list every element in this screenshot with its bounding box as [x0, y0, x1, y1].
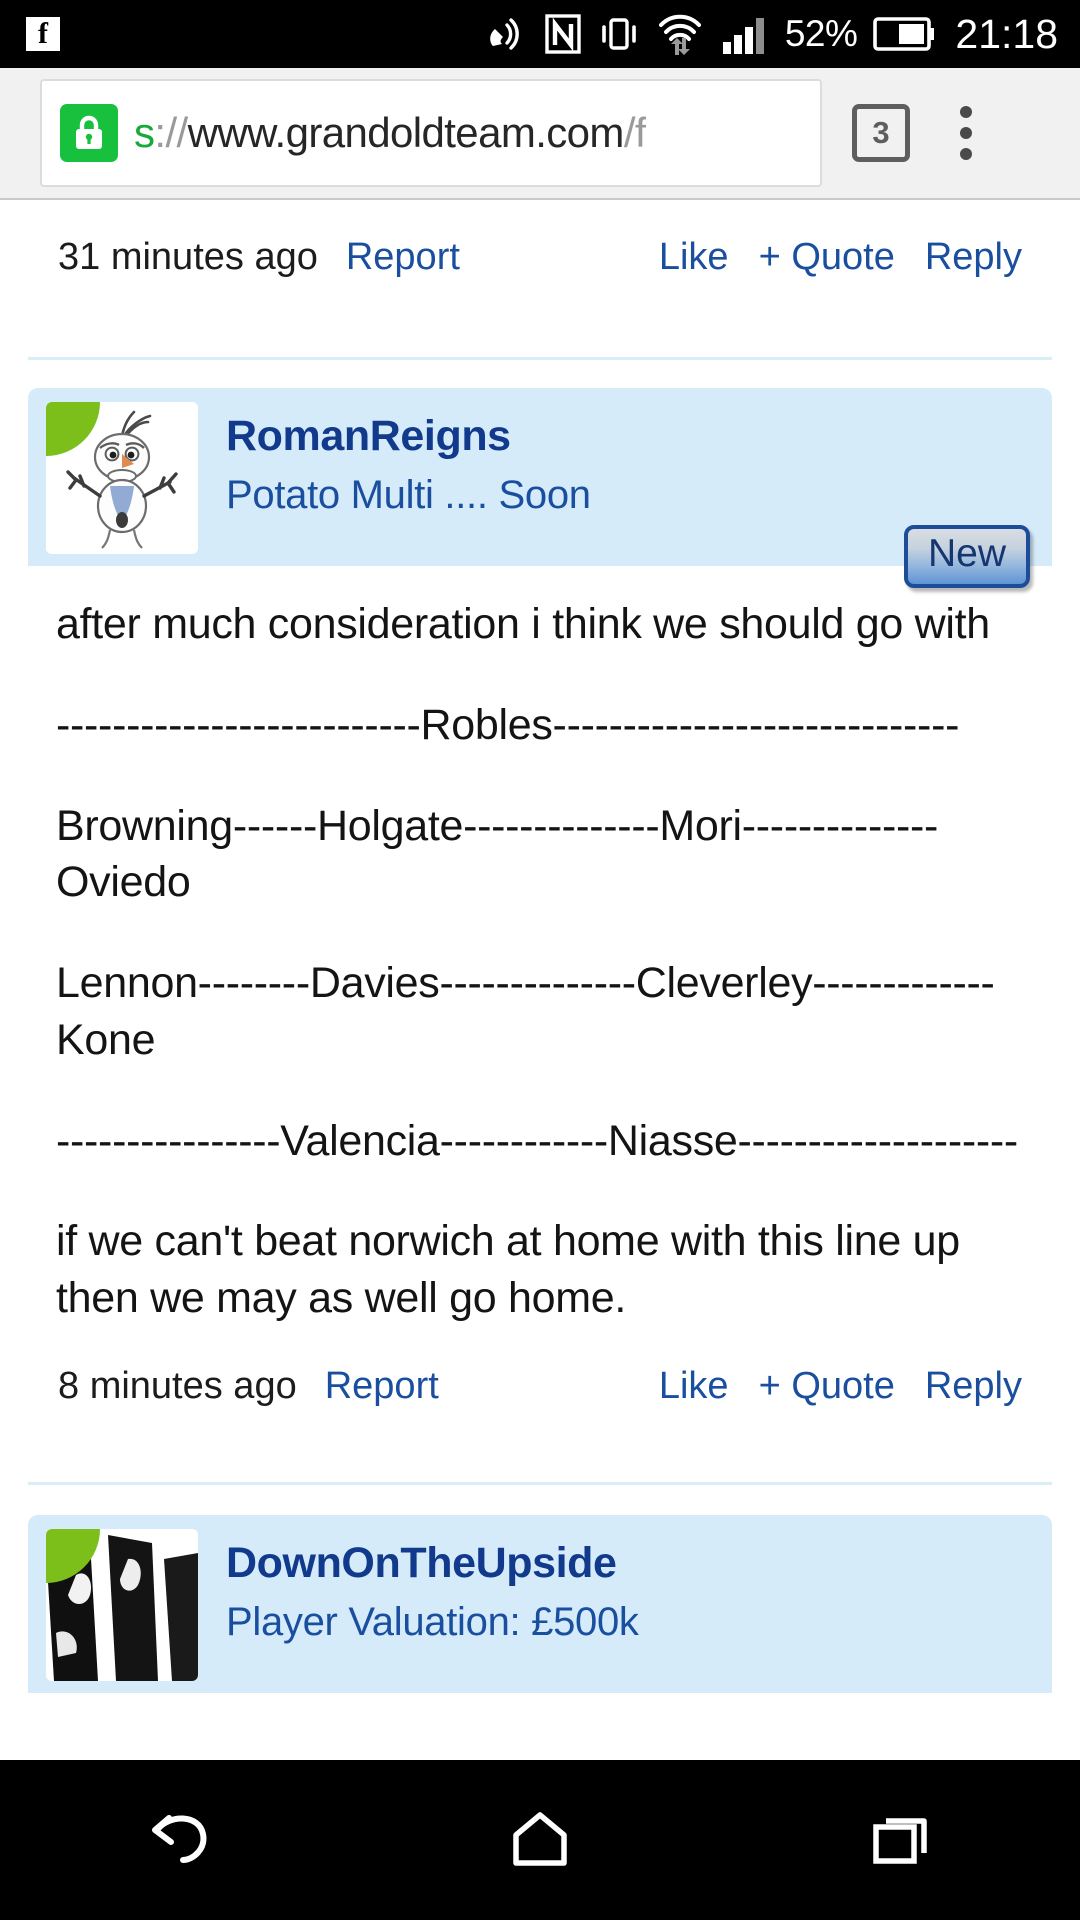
lock-icon[interactable] — [60, 104, 118, 162]
home-button[interactable] — [450, 1785, 630, 1895]
post-divider — [28, 357, 1052, 360]
url-path: /f — [623, 109, 646, 156]
webpage-content: 31 minutes ago Report Like + Quote Reply — [0, 200, 1080, 1760]
post-paragraph-goalkeeper: --------------------------Robles--------… — [56, 700, 960, 749]
browser-toolbar: s://www.grandoldteam.com/f 3 — [0, 68, 1080, 200]
post-footer: 8 minutes ago Report Like + Quote Reply — [0, 1365, 1080, 1408]
recents-button[interactable] — [810, 1785, 990, 1895]
signal-bars-icon — [722, 18, 764, 54]
poster-username[interactable]: RomanReigns — [226, 412, 591, 461]
more-vertical-icon[interactable] — [936, 106, 996, 160]
quote-link[interactable]: + Quote — [759, 1365, 895, 1408]
back-icon — [152, 1815, 207, 1863]
post-footer-left: 8 minutes ago Report — [58, 1365, 439, 1408]
avatar[interactable] — [46, 402, 198, 554]
call-speaker-icon — [490, 18, 519, 50]
url-scheme: :// — [154, 109, 188, 156]
post-header: RomanReigns Potato Multi .... Soon New — [28, 388, 1052, 588]
post-paragraph-intro: after much consideration i think we shou… — [56, 600, 990, 648]
report-link[interactable]: Report — [325, 1365, 439, 1408]
reply-link[interactable]: Reply — [925, 236, 1022, 279]
quote-link[interactable]: + Quote — [759, 236, 895, 279]
url-text[interactable]: s://www.grandoldteam.com/f — [134, 109, 646, 157]
previous-post-footer-right: Like + Quote Reply — [659, 236, 1022, 279]
post-romanreigns: RomanReigns Potato Multi .... Soon New a… — [0, 388, 1080, 1408]
post-paragraph-midfield: Lennon--------Davies--------------Clever… — [56, 959, 995, 1064]
post-header: DownOnTheUpside Player Valuation: £500k — [28, 1514, 1052, 1693]
status-bar: f 52% 21:18 — [0, 0, 1080, 68]
android-navigation-bar — [0, 1760, 1080, 1920]
status-bar-right: 52% 21:18 — [483, 11, 1058, 58]
poster-tagline: Player Valuation: £500k — [226, 1599, 639, 1644]
new-badge[interactable]: New — [903, 525, 1030, 588]
like-link[interactable]: Like — [659, 1365, 729, 1408]
post-downontheupside: DownOnTheUpside Player Valuation: £500k — [0, 1514, 1080, 1693]
status-bar-clock: 21:18 — [955, 10, 1058, 57]
post-paragraph-outro: if we can't beat norwich at home with th… — [56, 1217, 960, 1322]
back-button[interactable] — [90, 1785, 270, 1895]
facebook-icon: f — [26, 17, 60, 51]
poster-meta: RomanReigns Potato Multi .... Soon — [198, 402, 591, 554]
poster-tagline: Potato Multi .... Soon — [226, 473, 591, 517]
phone-screen: f 52% 21:18 s://www.grandoldteam.com/f 3… — [0, 0, 1080, 1920]
report-link[interactable]: Report — [346, 236, 460, 279]
tab-switcher-button[interactable]: 3 — [852, 104, 910, 162]
home-icon — [513, 1812, 567, 1866]
status-bar-left: f — [26, 17, 60, 51]
url-host: www.grandoldteam.com — [187, 109, 625, 156]
post-body: after much consideration i think we shou… — [0, 566, 1080, 1327]
poster-username[interactable]: DownOnTheUpside — [226, 1539, 639, 1588]
vibrate-icon — [602, 18, 636, 50]
wifi-icon — [658, 14, 701, 55]
avatar[interactable] — [46, 1528, 198, 1681]
recents-icon — [873, 1818, 927, 1864]
like-link[interactable]: Like — [659, 236, 729, 279]
post-divider — [28, 1481, 1052, 1485]
previous-post-footer: 31 minutes ago Report Like + Quote Reply — [0, 236, 1080, 279]
post-timestamp: 31 minutes ago — [58, 236, 318, 278]
reply-link[interactable]: Reply — [925, 1365, 1022, 1408]
post-footer-right: Like + Quote Reply — [659, 1365, 1022, 1408]
address-bar[interactable]: s://www.grandoldteam.com/f — [40, 79, 822, 187]
previous-post-footer-left: 31 minutes ago Report — [58, 236, 460, 279]
battery-percent-label: 52% — [784, 13, 858, 54]
post-paragraph-defence: Browning------Holgate--------------Mori-… — [56, 801, 939, 907]
battery-icon — [873, 17, 935, 51]
nfc-icon — [545, 14, 581, 54]
url-secure-prefix: s — [134, 109, 155, 156]
lock-glyph — [76, 115, 102, 149]
poster-meta: DownOnTheUpside Player Valuation: £500k — [198, 1529, 639, 1681]
post-paragraph-attack: ----------------Valencia------------Nias… — [56, 1116, 1018, 1165]
post-timestamp: 8 minutes ago — [58, 1364, 297, 1407]
